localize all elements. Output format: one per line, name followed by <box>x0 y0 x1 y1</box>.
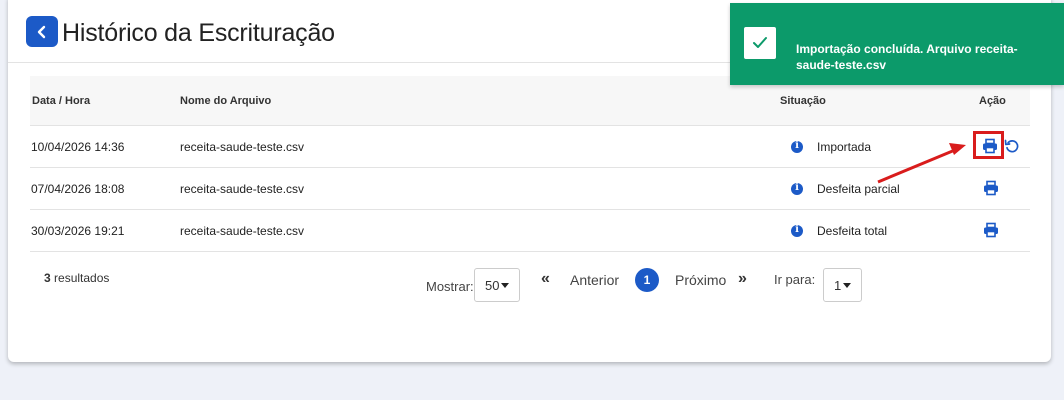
info-icon[interactable] <box>791 182 803 195</box>
history-table: Data / Hora Nome do Arquivo Situação Açã… <box>30 76 1030 252</box>
column-header-datetime: Data / Hora <box>32 95 91 107</box>
title-divider <box>8 62 730 63</box>
double-chevron-left-icon[interactable]: « <box>541 270 550 288</box>
check-icon <box>753 37 767 48</box>
row-filename: receita-saude-teste.csv <box>180 140 305 154</box>
results-label: resultados <box>50 271 110 285</box>
table-row: 30/03/2026 19:21 receita-saude-teste.csv… <box>30 210 1030 252</box>
caret-down-icon <box>843 282 852 288</box>
goto-page-select[interactable]: 1 <box>823 268 862 302</box>
chevron-left-icon <box>37 25 46 38</box>
row-status: Desfeita parcial <box>817 182 900 196</box>
goto-page-value: 1 <box>834 277 842 293</box>
highlight-box <box>973 131 1004 159</box>
results-count: 3 resultados <box>44 271 109 285</box>
column-header-action: Ação <box>979 95 1006 107</box>
previous-page-link[interactable]: Anterior <box>570 272 619 288</box>
page-size-select[interactable]: 50 <box>474 268 520 302</box>
page-size-value: 50 <box>485 277 500 293</box>
goto-label: Ir para: <box>774 272 816 287</box>
row-status: Importada <box>817 140 872 154</box>
table-row: 10/04/2026 14:36 receita-saude-teste.csv… <box>30 126 1030 168</box>
info-icon[interactable] <box>791 140 803 153</box>
current-page-button[interactable]: 1 <box>635 268 659 292</box>
caret-down-icon <box>501 282 510 288</box>
row-datetime: 10/04/2026 14:36 <box>31 140 125 154</box>
show-label: Mostrar: <box>426 279 474 294</box>
undo-icon[interactable] <box>1004 138 1020 154</box>
page-title: Histórico da Escrituração <box>62 19 335 47</box>
next-page-link[interactable]: Próximo <box>675 272 726 288</box>
column-header-filename: Nome do Arquivo <box>180 95 272 107</box>
double-chevron-right-icon[interactable]: » <box>738 270 747 288</box>
info-icon[interactable] <box>791 224 803 237</box>
success-toast: Importação concluída. Arquivo receita-sa… <box>730 3 1064 85</box>
table-row: 07/04/2026 18:08 receita-saude-teste.csv… <box>30 168 1030 210</box>
toast-message: Importação concluída. Arquivo receita-sa… <box>796 42 1018 72</box>
back-button[interactable] <box>26 16 58 47</box>
column-header-status: Situação <box>780 95 826 107</box>
row-datetime: 07/04/2026 18:08 <box>31 182 125 196</box>
results-number: 3 <box>44 271 51 285</box>
row-status: Desfeita total <box>817 224 888 238</box>
toast-check-box <box>744 27 776 59</box>
row-filename: receita-saude-teste.csv <box>180 224 305 238</box>
print-icon[interactable] <box>983 180 999 196</box>
row-datetime: 30/03/2026 19:21 <box>31 224 125 238</box>
print-icon[interactable] <box>983 222 999 238</box>
row-filename: receita-saude-teste.csv <box>180 182 305 196</box>
